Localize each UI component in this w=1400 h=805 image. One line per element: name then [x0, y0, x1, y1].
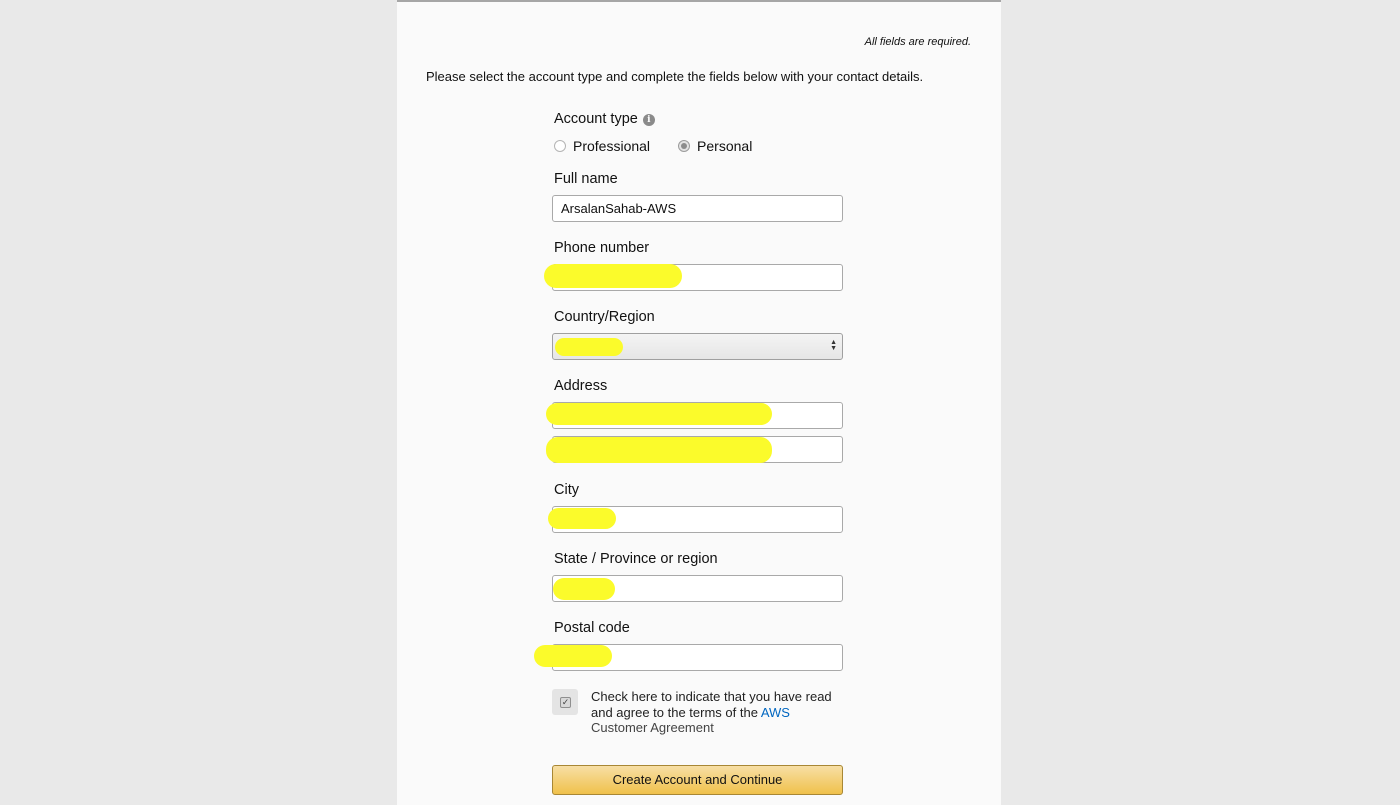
account-type-radio-group: Professional Personal — [554, 138, 780, 154]
redaction-mark — [534, 645, 612, 667]
redaction-mark — [555, 338, 623, 356]
customer-agreement-link[interactable]: Customer Agreement — [591, 720, 714, 735]
account-type-label-text: Account type — [554, 111, 638, 127]
agreement-text-body: Check here to indicate that you have rea… — [591, 689, 832, 720]
redaction-mark — [546, 403, 772, 425]
radio-professional-circle[interactable] — [554, 140, 566, 152]
redaction-mark — [546, 437, 772, 463]
info-icon[interactable]: i — [642, 114, 655, 126]
phone-label: Phone number — [554, 240, 650, 256]
agreement-checkbox[interactable]: ✓ — [552, 689, 578, 715]
country-label: Country/Region — [554, 309, 655, 325]
full-name-label: Full name — [554, 171, 618, 187]
address-label: Address — [554, 378, 608, 394]
radio-personal-label: Personal — [697, 138, 753, 154]
redaction-mark — [553, 578, 615, 600]
aws-customer-agreement-link[interactable]: AWS — [761, 705, 790, 720]
form-panel: All fields are required. Please select t… — [397, 0, 1001, 805]
agreement-text: Check here to indicate that you have rea… — [591, 689, 841, 736]
radio-professional-label: Professional — [573, 138, 651, 154]
full-name-input[interactable]: ArsalanSahab-AWS — [552, 195, 843, 222]
state-label: State / Province or region — [554, 551, 718, 567]
radio-personal[interactable]: Personal — [678, 138, 752, 154]
city-label: City — [554, 482, 579, 498]
select-arrows-icon: ▲ ▼ — [830, 339, 837, 352]
redaction-mark — [544, 264, 682, 288]
create-account-button[interactable]: Create Account and Continue — [552, 765, 843, 795]
radio-personal-circle[interactable] — [678, 140, 691, 152]
redaction-mark — [548, 508, 616, 529]
intro-text: Please select the account type and compl… — [426, 69, 924, 84]
postal-label: Postal code — [554, 620, 630, 636]
checkmark-icon: ✓ — [560, 697, 571, 708]
required-note: All fields are required. — [864, 36, 971, 48]
radio-professional[interactable]: Professional — [554, 138, 650, 154]
account-type-label: Account type i — [554, 111, 655, 127]
